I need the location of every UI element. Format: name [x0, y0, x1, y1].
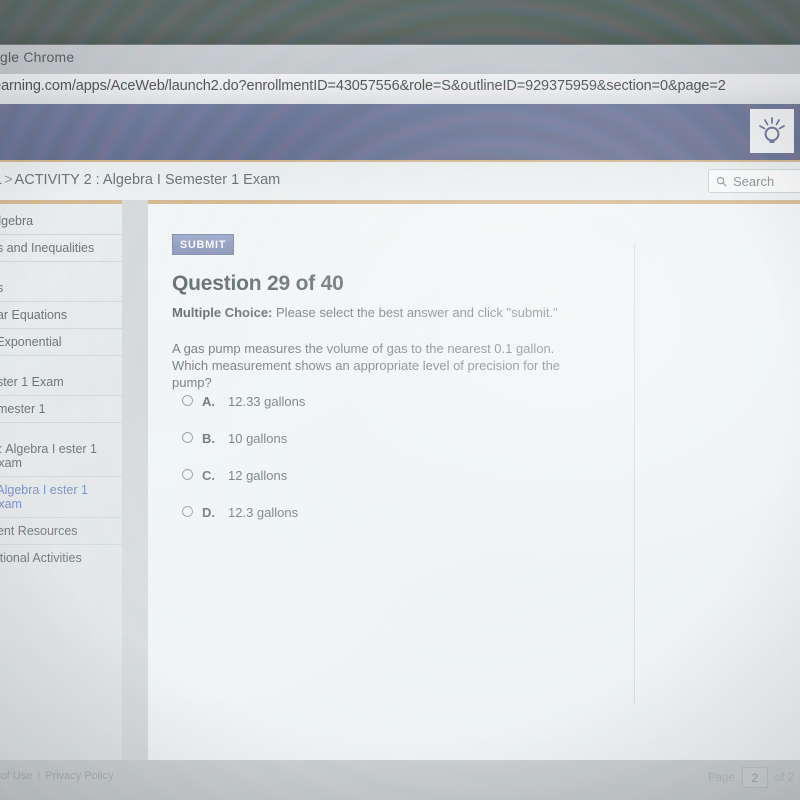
search-icon — [716, 176, 727, 186]
terms-of-use-link[interactable]: s of Use — [0, 770, 32, 782]
sidebar-item-10[interactable]: ditional Activities — [0, 545, 122, 571]
question-text: A gas pump measures the volume of gas to… — [172, 341, 561, 390]
answer-option-d[interactable]: D. 12.3 gallons — [182, 505, 602, 542]
instruction-text: Please select the best answer and click … — [276, 305, 558, 320]
breadcrumb-current: ACTIVITY 2 : Algebra I Semester 1 Exam — [14, 172, 281, 188]
sidebar-item-2[interactable]: ns — [0, 275, 122, 302]
answer-option-b[interactable]: B. 10 gallons — [182, 431, 602, 468]
option-text-d: 12.3 gallons — [228, 505, 299, 520]
sidebar-item-9[interactable]: dent Resources — [0, 518, 122, 545]
page-title: Question 29 of 40 — [172, 272, 344, 295]
site-header — [0, 104, 800, 162]
page-total-label: of 2 — [774, 771, 794, 784]
breadcrumb: 1>ACTIVITY 2 : Algebra I Semester 1 Exam — [0, 172, 280, 188]
pagination: Page 2 of 2 — [708, 767, 794, 788]
sidebar-item-7[interactable]: w: Algebra I ester 1 Exam — [0, 436, 122, 477]
sidebar-item-6[interactable]: emester 1 — [0, 396, 122, 423]
privacy-policy-link[interactable]: Privacy Policy — [45, 770, 113, 782]
sidebar-item-8-active[interactable]: : Algebra I ester 1 Exam — [0, 477, 122, 518]
sidebar-item-1[interactable]: ns and Inequalities — [0, 235, 122, 262]
answer-choices: A. 12.33 gallons B. 10 gallons C. 12 gal… — [182, 394, 602, 542]
sidebar-gap-2 — [0, 356, 122, 369]
breadcrumb-prefix[interactable]: 1 — [0, 172, 2, 188]
radio-icon-a[interactable] — [182, 395, 193, 406]
radio-icon-d[interactable] — [182, 506, 193, 517]
answer-option-a[interactable]: A. 12.33 gallons — [182, 394, 602, 431]
question-instruction: Multiple Choice: Please select the best … — [172, 305, 558, 320]
lightbulb-icon — [750, 109, 794, 153]
browser-titlebar: ogle Chrome — [0, 44, 800, 74]
course-outline-sidebar[interactable]: Algebra ns and Inequalities ns ear Equat… — [0, 200, 122, 760]
footer-links: s of Use | Privacy Policy — [0, 770, 114, 782]
instruction-label: Multiple Choice: — [172, 305, 273, 320]
option-text-b: 10 gallons — [228, 431, 288, 446]
page-number-input[interactable]: 2 — [741, 767, 768, 788]
option-letter-a: A. — [202, 394, 215, 409]
page-body: Algebra ns and Inequalities ns ear Equat… — [0, 200, 800, 760]
photographed-screen: ogle Chrome learning.com/apps/AceWeb/lau… — [0, 0, 800, 800]
footer-separator: | — [37, 770, 41, 782]
option-letter-b: B. — [202, 431, 215, 446]
question-panel: SUBMIT Question 29 of 40 Multiple Choice… — [148, 200, 800, 760]
search-input[interactable]: Search — [708, 169, 800, 193]
breadcrumb-separator: > — [4, 172, 13, 188]
breadcrumb-bar: 1>ACTIVITY 2 : Algebra I Semester 1 Exam… — [0, 162, 800, 200]
radio-icon-c[interactable] — [182, 469, 193, 480]
option-letter-c: C. — [202, 468, 215, 483]
sidebar-item-0[interactable]: Algebra — [0, 208, 122, 235]
submit-button[interactable]: SUBMIT — [172, 234, 234, 255]
sidebar-item-3[interactable]: ear Equations — [0, 302, 122, 329]
answer-option-c[interactable]: C. 12 gallons — [182, 468, 602, 505]
sidebar-item-4[interactable]: l Exponential — [0, 329, 122, 356]
option-text-a: 12.33 gallons — [228, 394, 306, 409]
radio-icon-b[interactable] — [182, 432, 193, 443]
browser-window-title: ogle Chrome — [0, 49, 75, 65]
desktop-background — [0, 0, 800, 44]
address-bar-url[interactable]: learning.com/apps/AceWeb/launch2.do?enro… — [0, 78, 726, 94]
sidebar-gap-3 — [0, 423, 122, 436]
sidebar-item-5[interactable]: ester 1 Exam — [0, 369, 122, 396]
option-letter-d: D. — [202, 505, 215, 520]
page-footer: s of Use|Privacy Policy Page 2 of 2 ⇱ — [0, 760, 800, 800]
browser-address-bar[interactable]: learning.com/apps/AceWeb/launch2.do?enro… — [0, 74, 800, 104]
panel-divider — [634, 244, 635, 704]
search-placeholder: Search — [733, 173, 775, 189]
option-text-c: 12 gallons — [228, 468, 288, 483]
page-label: Page — [707, 771, 735, 784]
